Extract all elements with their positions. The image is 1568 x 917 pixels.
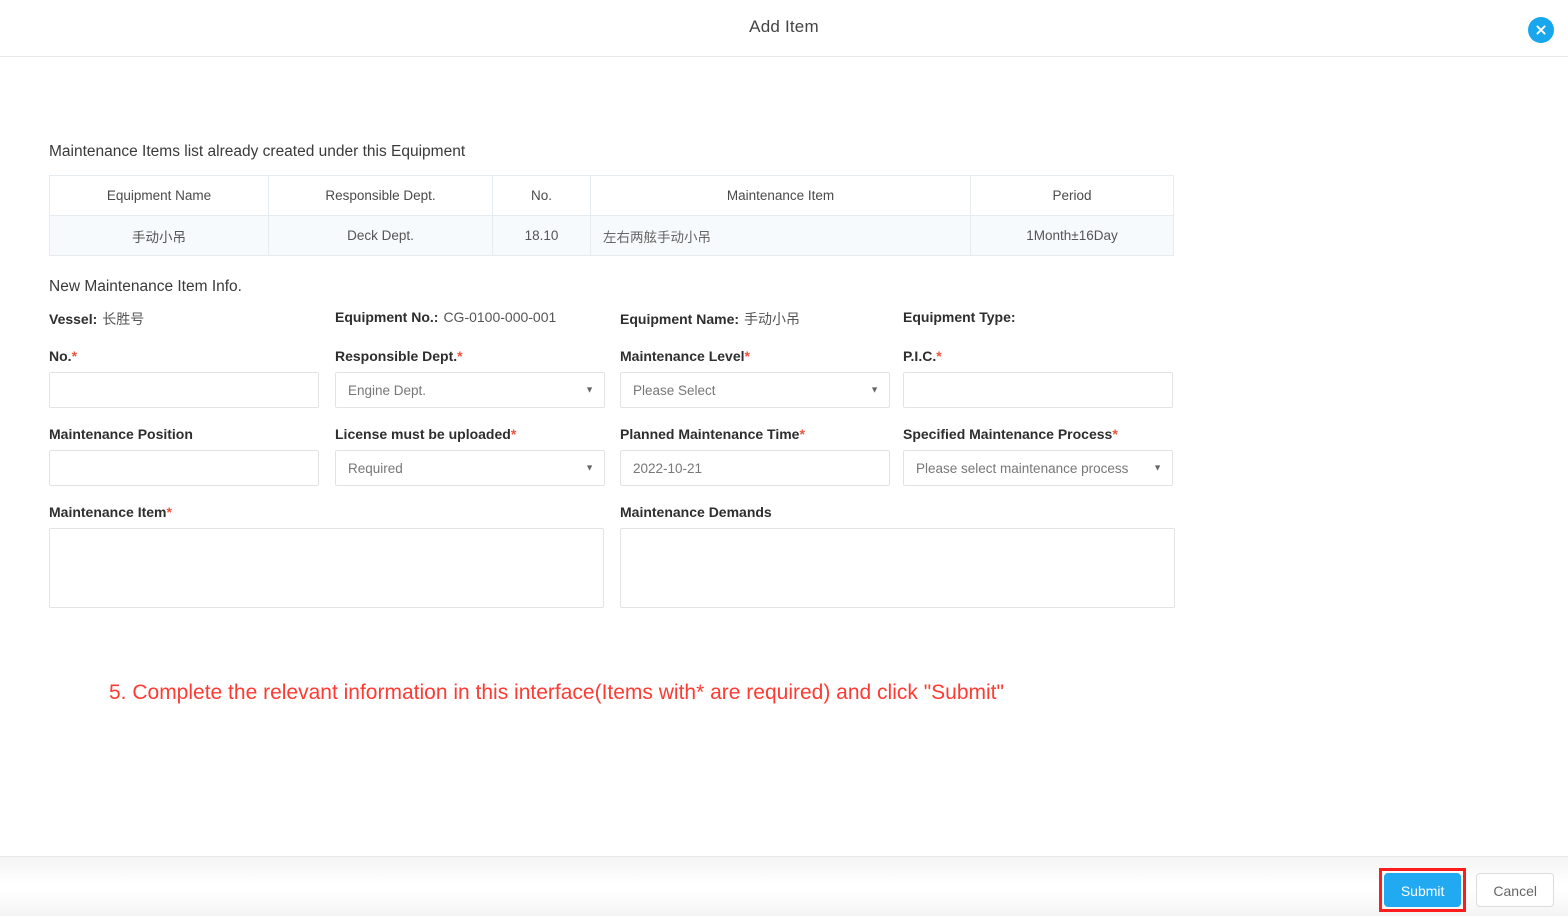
label-responsible-dept: Responsible Dept.* [335,348,463,364]
license-must-be-uploaded-select[interactable]: Required ▼ [335,450,605,486]
field-maintenance-demands: Maintenance Demands [620,504,1175,608]
responsible-dept-select[interactable]: Engine Dept. ▼ [335,372,605,408]
info-equipment-no-label: Equipment No.: [335,309,439,325]
field-maintenance-level: Maintenance Level* Please Select ▼ [620,348,890,408]
new-item-section-title: New Maintenance Item Info. [49,278,242,295]
info-equipment-no: Equipment No.: CG-0100-000-001 [335,309,556,325]
existing-items-section-title: Maintenance Items list already created u… [49,143,466,160]
field-maintenance-item: Maintenance Item* [49,504,604,608]
maintenance-item-textarea[interactable] [49,528,604,608]
column-header-equipment-name: Equipment Name [49,175,269,216]
pic-input[interactable] [903,372,1173,408]
info-equipment-type-label: Equipment Type: [903,309,1016,325]
maintenance-level-select[interactable]: Please Select ▼ [620,372,890,408]
label-maintenance-level: Maintenance Level* [620,348,750,364]
chevron-down-icon: ▼ [870,384,879,395]
submit-highlight-box: Submit [1378,868,1467,912]
label-no: No.* [49,348,78,364]
chevron-down-icon: ▼ [585,462,594,473]
required-marker: * [744,348,750,364]
required-marker: * [936,348,942,364]
instruction-annotation: 5. Complete the relevant information in … [109,681,1004,704]
submit-button[interactable]: Submit [1383,873,1462,907]
planned-maintenance-time-input[interactable]: 2022-10-21 [620,450,890,486]
maintenance-demands-textarea[interactable] [620,528,1175,608]
required-marker: * [1112,426,1118,442]
chevron-down-icon: ▼ [1153,462,1162,473]
label-pic: P.I.C.* [903,348,942,364]
label-maintenance-position: Maintenance Position [49,426,193,442]
no-input[interactable] [49,372,319,408]
required-marker: * [510,426,517,442]
dialog-body: Maintenance Items list already created u… [0,57,1568,856]
existing-items-table: Equipment Name Responsible Dept. No. Mai… [49,175,1174,256]
footer-actions: Submit Cancel [1378,868,1554,912]
dialog-title: Add Item [749,17,819,36]
field-maintenance-position: Maintenance Position [49,426,319,486]
close-icon[interactable] [1528,17,1554,43]
label-maintenance-demands: Maintenance Demands [620,504,772,520]
required-marker: * [457,348,463,364]
cancel-button[interactable]: Cancel [1476,873,1554,907]
dialog-footer: Submit Cancel [0,856,1568,916]
cell-responsible-dept: Deck Dept. [268,215,493,256]
field-pic: P.I.C.* [903,348,1173,408]
info-vessel-label: Vessel: [49,311,98,327]
info-equipment-type: Equipment Type: [903,309,1021,325]
info-vessel-value: 长胜号 [102,311,145,327]
column-header-responsible-dept: Responsible Dept. [268,175,493,216]
field-license-must-be-uploaded: License must be uploaded* Required ▼ [335,426,605,486]
field-planned-maintenance-time: Planned Maintenance Time* 2022-10-21 [620,426,890,486]
label-license-must-be-uploaded: License must be uploaded* [335,426,517,442]
required-marker: * [799,426,805,442]
info-equipment-name-label: Equipment Name: [620,311,740,327]
label-maintenance-item: Maintenance Item* [49,504,172,520]
field-no: No.* [49,348,319,408]
label-specified-maintenance-process: Specified Maintenance Process* [903,426,1118,442]
maintenance-position-input[interactable] [49,450,319,486]
info-equipment-name-value: 手动小吊 [744,311,801,327]
required-marker: * [166,504,172,520]
column-header-period: Period [970,175,1174,216]
column-header-no: No. [492,175,591,216]
column-header-maintenance-item: Maintenance Item [590,175,971,216]
cell-equipment-name: 手动小吊 [49,215,269,256]
label-planned-maintenance-time: Planned Maintenance Time* [620,426,805,442]
chevron-down-icon: ▼ [585,384,594,395]
info-equipment-no-value: CG-0100-000-001 [443,309,557,325]
required-marker: * [71,348,78,364]
field-specified-maintenance-process: Specified Maintenance Process* Please se… [903,426,1173,486]
specified-maintenance-process-select[interactable]: Please select maintenance process ▼ [903,450,1173,486]
info-equipment-name: Equipment Name: 手动小吊 [620,309,800,329]
dialog-header: Add Item [0,0,1568,57]
field-responsible-dept: Responsible Dept.* Engine Dept. ▼ [335,348,605,408]
cell-no: 18.10 [492,215,591,256]
table-row: 手动小吊 Deck Dept. 18.10 左右两舷手动小吊 1Month±16… [49,215,1174,256]
cell-maintenance-item: 左右两舷手动小吊 [590,215,971,256]
table-header-row: Equipment Name Responsible Dept. No. Mai… [49,175,1174,216]
info-vessel: Vessel: 长胜号 [49,309,144,329]
cell-period: 1Month±16Day [970,215,1174,256]
